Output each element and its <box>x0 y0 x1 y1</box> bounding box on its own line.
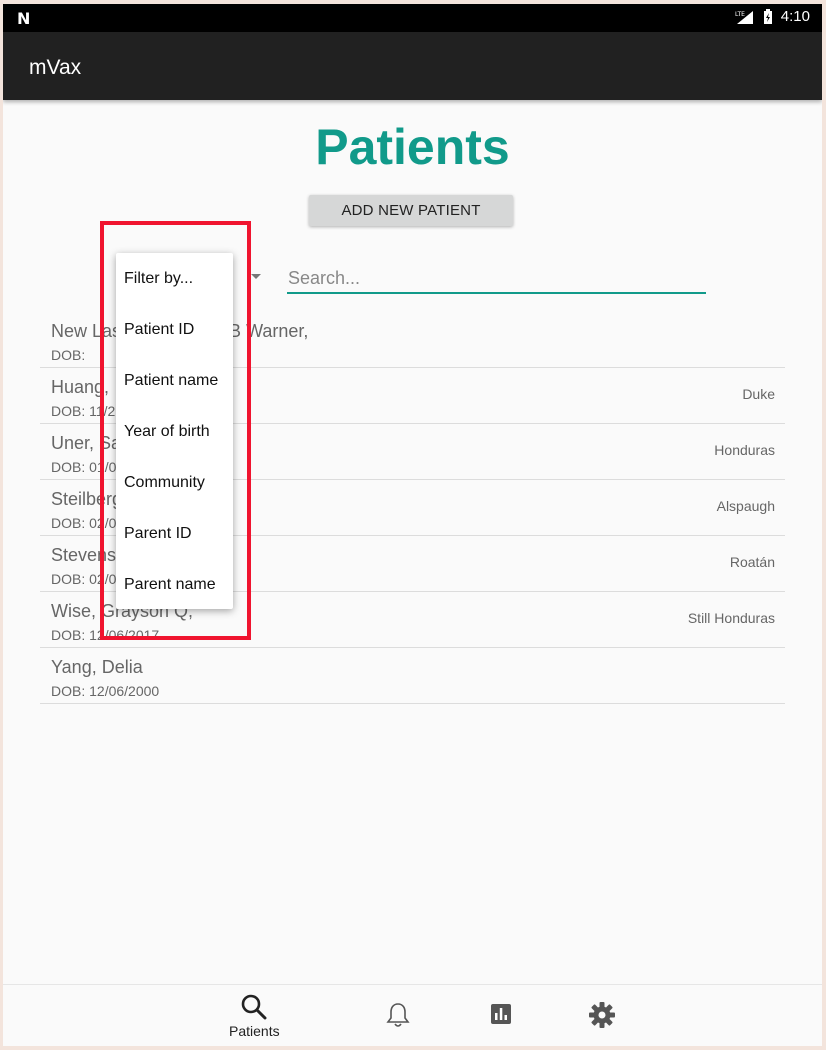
bottom-navigation: Patients <box>3 984 822 1046</box>
patient-dob: DOB: 01/0 <box>51 459 117 475</box>
nav-patients-label: Patients <box>229 1023 280 1039</box>
filter-menu-item-parent-name[interactable]: Parent name <box>124 576 216 594</box>
filter-menu-item-patient-id[interactable]: Patient ID <box>124 321 194 339</box>
app-bar: mVax <box>3 32 822 100</box>
patient-dob: DOB: 12/06/2000 <box>51 683 160 699</box>
status-icons: LTE 4:10 <box>735 8 810 25</box>
patient-dob: DOB: 12/06/2017 <box>51 627 160 643</box>
patient-community: Roatán <box>729 554 775 570</box>
patient-name: Yang, Delia <box>51 657 143 677</box>
filter-menu-item-patient-name[interactable]: Patient name <box>124 372 218 390</box>
device-screen: N LTE 4:10 mVax Patients ADD NEW PATIENT… <box>3 4 822 1046</box>
status-bar: N LTE 4:10 <box>3 4 822 32</box>
patient-row[interactable]: Yang, Delia DOB: 12/06/2000 <box>40 648 785 704</box>
search-icon <box>241 994 267 1020</box>
battery-icon <box>763 8 772 24</box>
status-time: 4:10 <box>780 8 810 25</box>
nav-reports-tab[interactable] <box>491 1004 511 1024</box>
bell-icon <box>386 1003 410 1027</box>
svg-text:LTE: LTE <box>735 11 745 18</box>
filter-menu-item-parent-id[interactable]: Parent ID <box>124 525 192 543</box>
search-input[interactable] <box>287 264 706 294</box>
filter-dropdown-menu: Filter by... Patient ID Patient name Yea… <box>116 253 233 609</box>
patient-dob: DOB: <box>51 347 86 363</box>
nav-notifications-tab[interactable] <box>386 1001 410 1029</box>
notification-n-icon: N <box>17 9 31 28</box>
filter-menu-item-filter-by[interactable]: Filter by... <box>124 270 193 288</box>
filter-menu-item-community[interactable]: Community <box>124 474 205 492</box>
patient-dob: DOB: 02/0 <box>51 515 117 531</box>
nav-settings-tab[interactable] <box>589 1002 615 1028</box>
gear-icon <box>589 1002 615 1028</box>
bar-chart-icon <box>491 1004 511 1024</box>
patient-community: Still Honduras <box>687 610 775 626</box>
app-title: mVax <box>29 56 82 79</box>
patient-community: Duke <box>742 386 775 402</box>
patient-name: Huang, <box>51 377 110 397</box>
filter-spinner-arrow-icon[interactable] <box>251 274 261 279</box>
patient-dob: DOB: 11/2 <box>51 403 116 419</box>
patient-community: Honduras <box>714 442 775 458</box>
nav-patients-tab[interactable]: Patients <box>229 993 280 1039</box>
page-title: Patients <box>315 119 510 175</box>
lte-signal-icon: LTE <box>735 10 753 24</box>
patient-community: Alspaugh <box>716 498 775 514</box>
add-new-patient-button[interactable]: ADD NEW PATIENT <box>309 195 513 226</box>
filter-menu-item-year-of-birth[interactable]: Year of birth <box>124 423 210 441</box>
patient-name: Uner, Sa <box>51 433 122 453</box>
patient-dob: DOB: 02/0 <box>51 571 117 587</box>
